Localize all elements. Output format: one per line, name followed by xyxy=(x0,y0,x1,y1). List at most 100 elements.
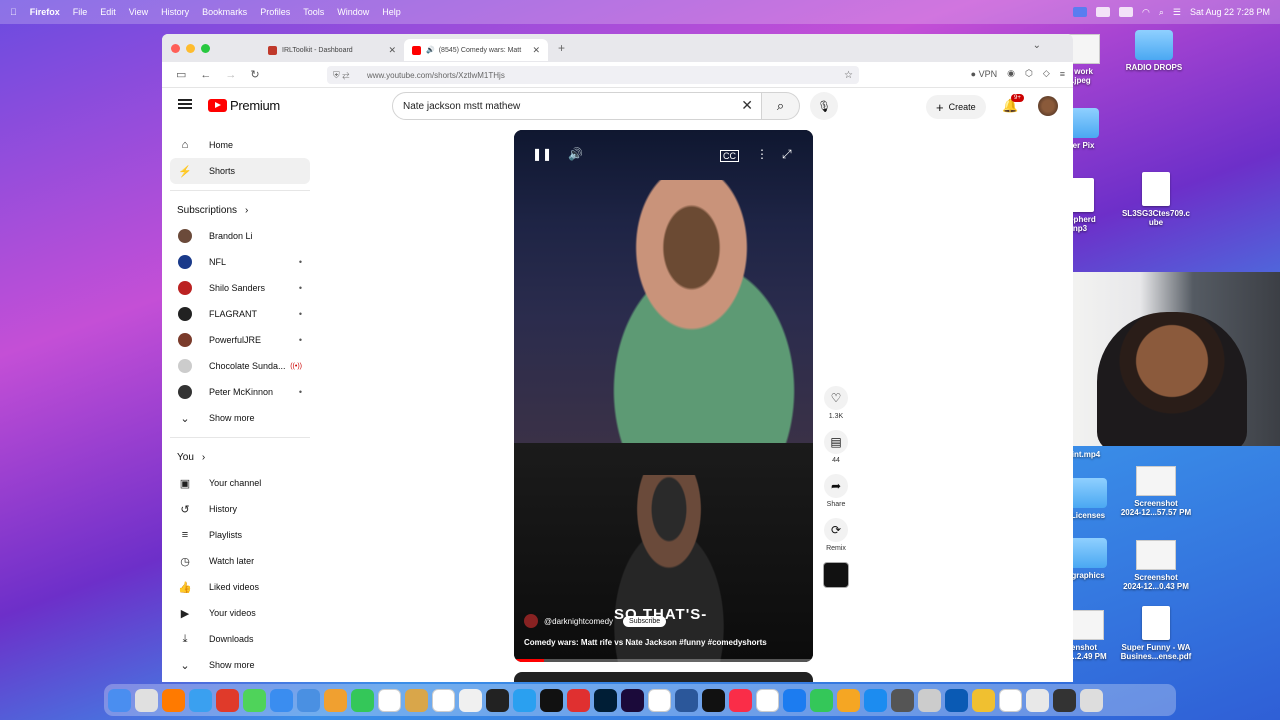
account-avatar[interactable] xyxy=(1038,96,1058,116)
dock-app-icon[interactable] xyxy=(486,688,509,712)
sidebar-sub-flagrant[interactable]: FLAGRANT • xyxy=(170,301,310,327)
next-short-preview[interactable] xyxy=(514,672,813,682)
comments-button[interactable]: ▤ 44 xyxy=(822,430,850,464)
dock-app-icon[interactable] xyxy=(891,688,914,712)
extensions-icon[interactable]: ⬡ xyxy=(1025,68,1033,79)
dock-app-icon[interactable] xyxy=(918,688,941,712)
dock-app-icon[interactable] xyxy=(837,688,860,712)
extension-icon[interactable]: ◇ xyxy=(1043,68,1050,79)
sidebar-sub-peter-mckinnon[interactable]: Peter McKinnon • xyxy=(170,379,310,405)
channel-handle[interactable]: @darknightcomedy xyxy=(544,617,613,626)
forward-button[interactable]: → xyxy=(225,69,236,81)
dock-app-icon[interactable] xyxy=(405,688,428,712)
dock-app-icon[interactable] xyxy=(324,688,347,712)
show-more-subscriptions[interactable]: ⌄ Show more xyxy=(170,405,310,431)
captions-icon[interactable]: CC xyxy=(720,150,739,162)
sidebar-sub-chocolate-sundaes[interactable]: Chocolate Sunda... ((•)) xyxy=(170,353,310,379)
sound-thumbnail[interactable] xyxy=(823,562,849,588)
search-input[interactable]: Nate jackson mstt mathew ✕ xyxy=(392,92,762,120)
zoom-window-button[interactable] xyxy=(201,43,210,53)
sidebar-sub-nfl[interactable]: NFL • xyxy=(170,249,310,275)
sidebar-item-your-channel[interactable]: ▣ Your channel xyxy=(170,470,310,496)
dock-app-icon[interactable] xyxy=(621,688,644,712)
screen-record-icon[interactable] xyxy=(1072,7,1087,17)
spotlight-icon[interactable]: ⌕ xyxy=(1159,7,1164,18)
dock-app-icon[interactable] xyxy=(270,688,293,712)
dock-app-icon[interactable] xyxy=(594,688,617,712)
dock-app-icon[interactable] xyxy=(783,688,806,712)
wifi-icon[interactable]: ◠ xyxy=(1142,7,1150,18)
dock-app-icon[interactable] xyxy=(297,688,320,712)
show-more-you[interactable]: ⌄ Show more xyxy=(170,652,310,678)
dock-app-icon[interactable] xyxy=(567,688,590,712)
dock-app-icon[interactable] xyxy=(999,688,1022,712)
dock-app-icon[interactable] xyxy=(108,688,131,712)
subscribe-button[interactable]: Subscribe xyxy=(623,615,667,627)
hamburger-menu-icon[interactable] xyxy=(178,99,192,109)
vpn-button[interactable]: ● VPN xyxy=(971,69,997,79)
dock-app-icon[interactable] xyxy=(729,688,752,712)
dock-app-icon[interactable] xyxy=(378,688,401,712)
sidebar-item-downloads[interactable]: ⤓ Downloads xyxy=(170,626,310,652)
dock-app-icon[interactable] xyxy=(162,688,185,712)
app-menu-icon[interactable]: ≡ xyxy=(1060,69,1065,79)
subscriptions-header[interactable]: Subscriptions › xyxy=(170,197,310,223)
menu-file[interactable]: File xyxy=(73,7,88,17)
sidebar-item-liked-videos[interactable]: 👍 Liked videos xyxy=(170,574,310,600)
sidebar-sub-powerfuljre[interactable]: PowerfulJRE • xyxy=(170,327,310,353)
dock-app-icon[interactable] xyxy=(945,688,968,712)
dock-app-icon[interactable] xyxy=(1053,688,1076,712)
dock-app-icon[interactable] xyxy=(864,688,887,712)
sidebar-sub-brandon-li[interactable]: Brandon Li xyxy=(170,223,310,249)
tab-youtube[interactable]: 🔊 (8545) Comedy wars: Matt ✕ xyxy=(404,39,548,61)
menu-app-name[interactable]: Firefox xyxy=(30,7,60,17)
menu-view[interactable]: View xyxy=(129,7,148,17)
more-options-icon[interactable]: ⋮ xyxy=(756,147,768,161)
close-tab-icon[interactable]: ✕ xyxy=(388,45,396,56)
dock-app-icon[interactable] xyxy=(675,688,698,712)
account-icon[interactable]: ◉ xyxy=(1007,68,1015,79)
dock-app-icon[interactable] xyxy=(243,688,266,712)
video-progress-bar[interactable] xyxy=(514,659,813,662)
notifications-button[interactable]: 🔔 9+ xyxy=(1002,94,1024,114)
menu-tools[interactable]: Tools xyxy=(303,7,324,17)
dock-app-icon[interactable] xyxy=(972,688,995,712)
menubar-clock[interactable]: Sat Aug 22 7:28 PM xyxy=(1190,7,1270,17)
remix-button[interactable]: ⟳ Remix xyxy=(822,518,850,552)
address-bar[interactable]: ⛨ ⇄ www.youtube.com/shorts/XztlwM1THjs ☆ xyxy=(327,66,859,84)
dock-app-icon[interactable] xyxy=(351,688,374,712)
channel-avatar[interactable] xyxy=(524,614,538,628)
sidebar-item-your-videos[interactable]: ▶ Your videos xyxy=(170,600,310,626)
dock-app-icon[interactable] xyxy=(432,688,455,712)
clear-search-icon[interactable]: ✕ xyxy=(741,97,753,114)
dock-app-icon[interactable] xyxy=(513,688,536,712)
sidebar-toggle-icon[interactable]: ▭ xyxy=(176,68,186,81)
speaker-icon[interactable]: 🔊 xyxy=(426,46,435,54)
desktop-icon[interactable]: RADIO DROPS xyxy=(1114,30,1194,72)
url-text[interactable]: www.youtube.com/shorts/XztlwM1THjs xyxy=(367,71,505,80)
back-button[interactable]: ← xyxy=(200,69,211,81)
dock-app-icon[interactable] xyxy=(702,688,725,712)
control-center-icon[interactable]: ☰ xyxy=(1173,7,1181,18)
close-tab-icon[interactable]: ✕ xyxy=(532,45,540,56)
youtube-premium-logo[interactable]: Premium xyxy=(208,98,280,113)
new-tab-button[interactable]: + xyxy=(558,41,565,55)
close-window-button[interactable] xyxy=(171,43,180,53)
dock-app-icon[interactable] xyxy=(810,688,833,712)
voice-search-button[interactable]: 🎙 xyxy=(810,92,838,120)
dock-app-icon[interactable] xyxy=(135,688,158,712)
minimize-window-button[interactable] xyxy=(186,43,195,53)
reload-button[interactable]: ↻ xyxy=(250,68,259,81)
create-button[interactable]: + Create xyxy=(926,95,986,119)
desktop-icon[interactable]: Super Funny - WA Busines...ense.pdf xyxy=(1116,606,1196,661)
share-button[interactable]: ➦ Share xyxy=(822,474,850,508)
desktop-icon[interactable]: Screenshot 2024-12...0.43 PM xyxy=(1116,540,1196,591)
search-button[interactable]: ⌕ xyxy=(762,92,800,120)
you-header[interactable]: You › xyxy=(170,444,310,470)
bookmark-star-icon[interactable]: ☆ xyxy=(844,70,853,81)
sidebar-item-home[interactable]: ⌂ Home xyxy=(170,132,310,158)
menu-help[interactable]: Help xyxy=(382,7,401,17)
dock-app-icon[interactable] xyxy=(756,688,779,712)
desktop-icon[interactable]: Screenshot 2024-12...57.57 PM xyxy=(1116,466,1196,517)
sidebar-sub-shilo-sanders[interactable]: Shilo Sanders • xyxy=(170,275,310,301)
